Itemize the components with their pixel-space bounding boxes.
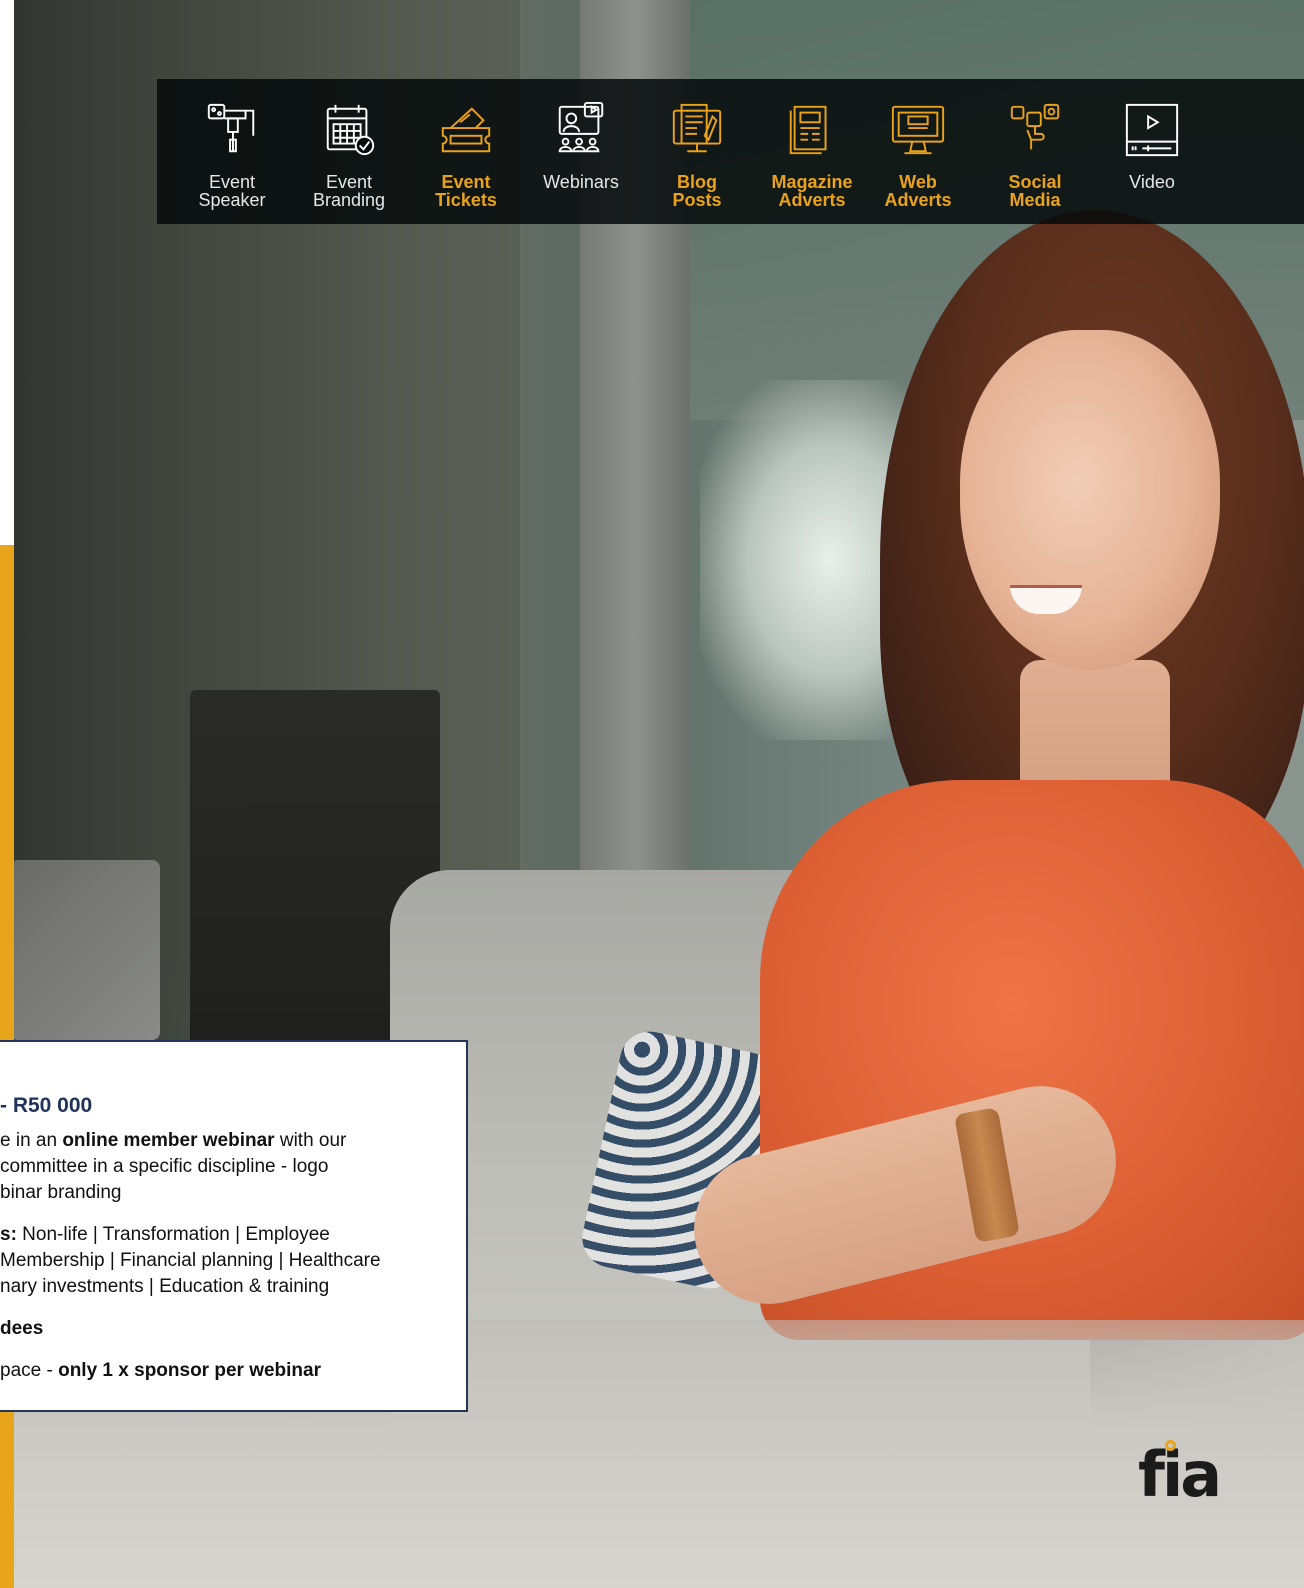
card-line-1: e in an online member webinar with our (0, 1130, 347, 1151)
nav-label: Magazine Adverts (771, 172, 853, 210)
nav-item-event-branding[interactable]: Event Branding (294, 79, 404, 224)
nav-item-event-speaker[interactable]: Event Speaker (177, 79, 287, 224)
nav-label: Web Adverts (884, 172, 952, 210)
nav-label: Blog Posts (672, 172, 722, 210)
webinar-sponsorship-card: - R50 000 e in an online member webinar … (0, 1040, 468, 1412)
nav-item-blog-posts[interactable]: Blog Posts (642, 79, 752, 224)
monitor-icon (891, 105, 945, 155)
nav-item-social-media[interactable]: Social Media (980, 79, 1090, 224)
social-media-icon (1010, 103, 1060, 150)
nav-item-web-adverts[interactable]: Web Adverts (863, 79, 973, 224)
card-line-6: nary investments | Education & training (0, 1276, 330, 1297)
nav-item-event-tickets[interactable]: Event Tickets (411, 79, 521, 224)
icon-nav-bar: Event Speaker Event Branding Event Ticke… (157, 79, 1304, 224)
card-price: - R50 000 (0, 1094, 93, 1117)
fia-logo: fia (1138, 1440, 1228, 1510)
nav-item-webinars[interactable]: Webinars (526, 79, 636, 224)
blog-post-icon (672, 103, 722, 153)
logo-text: fia (1138, 1438, 1222, 1511)
card-line-2: committee in a specific discipline - log… (0, 1156, 329, 1177)
card-line-4: s: Non-life | Transformation | Employee (0, 1224, 330, 1245)
nav-label: Event Tickets (435, 172, 497, 210)
video-player-icon (1125, 103, 1179, 157)
nav-label: Event Branding (312, 172, 386, 210)
speaker-podium-icon (207, 103, 255, 153)
calendar-check-icon (326, 104, 375, 156)
card-line-8: pace - only 1 x sponsor per webinar (0, 1360, 321, 1381)
ticket-icon (441, 107, 491, 153)
card-line-3: binar branding (0, 1182, 122, 1203)
nav-label: Event Speaker (198, 172, 266, 210)
woman-face (960, 330, 1220, 670)
magazine-icon (789, 105, 827, 155)
nav-item-magazine-adverts[interactable]: Magazine Adverts (757, 79, 867, 224)
left-white-strip (0, 0, 14, 545)
webinar-screen-icon (558, 101, 604, 153)
card-line-5: Membership | Financial planning | Health… (0, 1250, 381, 1271)
card-line-7: dees (0, 1318, 44, 1339)
logo-dot (1165, 1440, 1176, 1451)
nav-item-video[interactable]: Video (1097, 79, 1207, 224)
laptop (10, 860, 160, 1040)
nav-label: Social Media (1008, 172, 1062, 210)
nav-label: Webinars (543, 172, 619, 192)
nav-label: Video (1129, 172, 1175, 192)
